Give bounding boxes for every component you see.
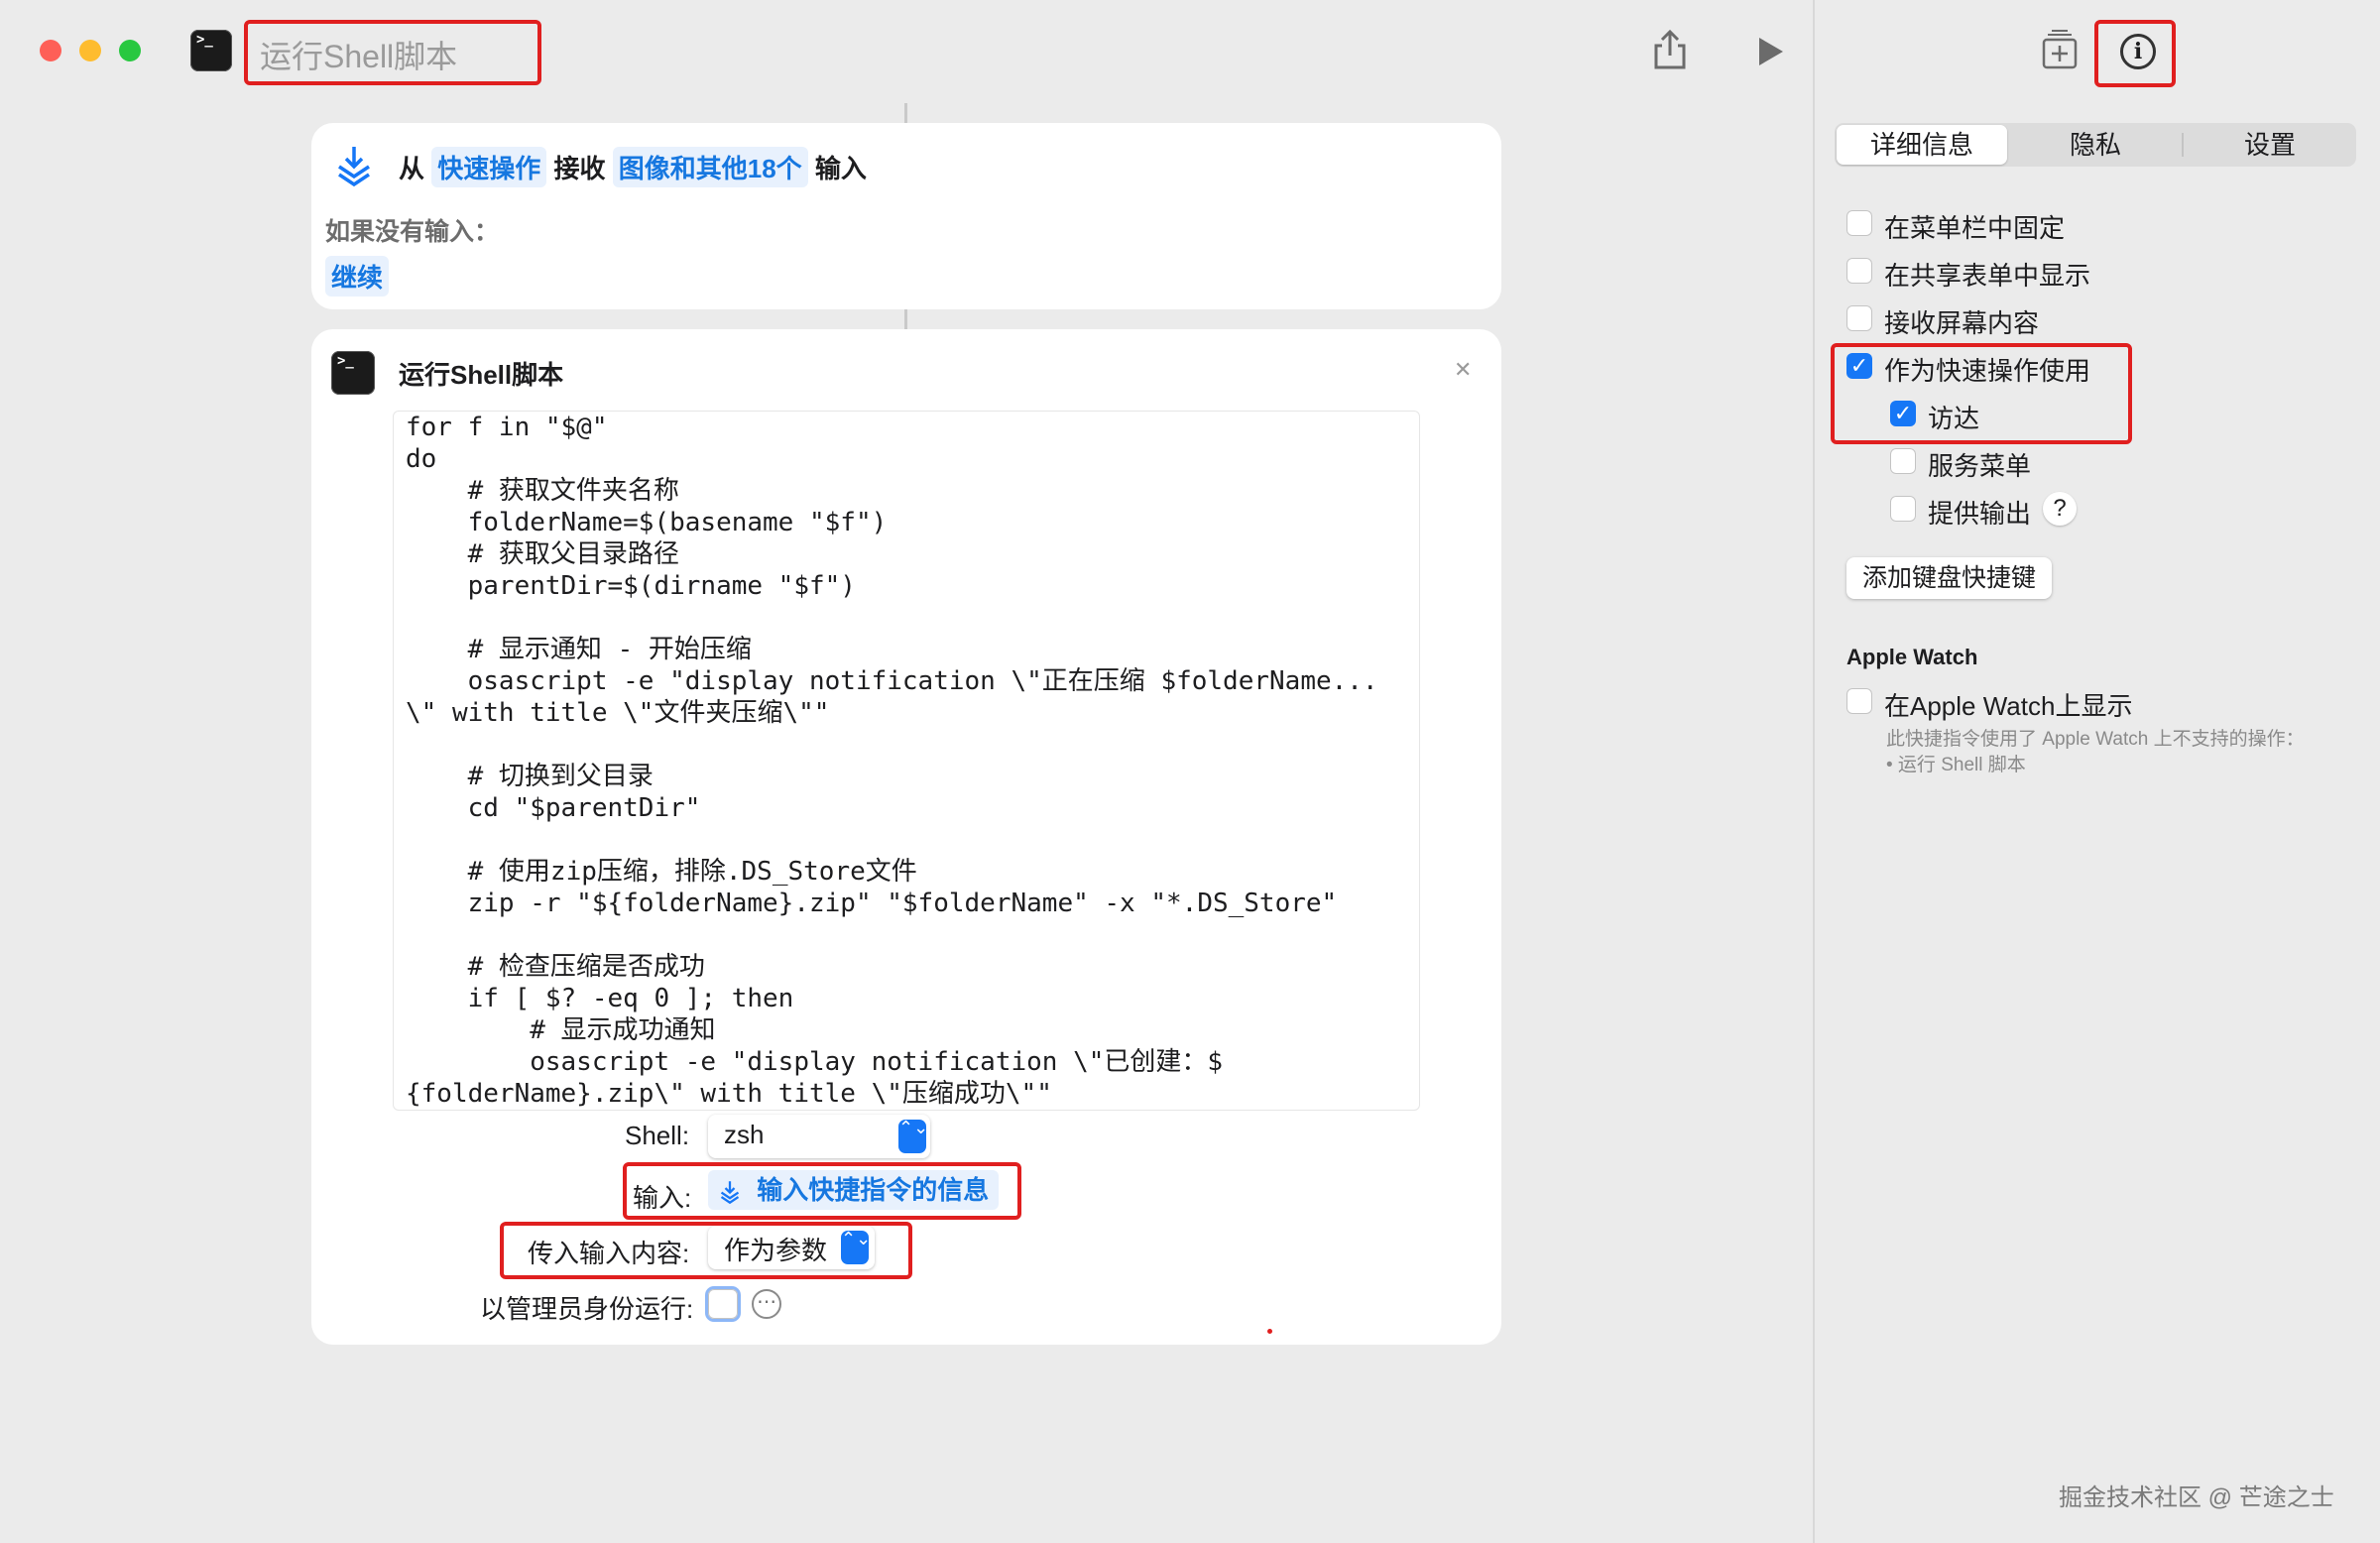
minimize-window-button[interactable] — [79, 40, 101, 61]
apple-watch-checkbox[interactable] — [1846, 688, 1872, 714]
shell-label: Shell: — [625, 1121, 690, 1150]
terminal-app-icon: >_ — [190, 30, 232, 71]
shell-select[interactable]: zsh ⌃⌄ — [708, 1115, 930, 1158]
receive-input-card: 从 快速操作 接收 图像和其他18个 输入 如果没有输入： 继续 — [311, 123, 1501, 309]
continue-token[interactable]: 继续 — [325, 256, 390, 297]
pin-menubar-checkbox[interactable] — [1846, 210, 1872, 236]
shell-card-title: 运行Shell脚本 — [399, 360, 564, 390]
shell-stepper-icon: ⌃⌄ — [898, 1119, 928, 1153]
receive-label: 接收 — [553, 154, 606, 183]
source-token[interactable]: 快速操作 — [431, 147, 547, 187]
shell-value: zsh — [724, 1120, 765, 1149]
receive-sentence: 从 快速操作 接收 图像和其他18个 输入 — [399, 147, 867, 187]
admin-label: 以管理员身份运行: — [480, 1294, 694, 1324]
more-options-icon[interactable]: ⋯ — [752, 1289, 781, 1319]
share-icon[interactable] — [1652, 28, 1688, 71]
script-text[interactable]: for f in "$@" do # 获取文件夹名称 folderName=$(… — [394, 412, 1419, 1110]
services-menu-label: 服务菜单 — [1928, 451, 2032, 481]
run-icon[interactable] — [1755, 36, 1785, 67]
watermark: 掘金技术社区 @ 芒途之士 — [2059, 1484, 2334, 1511]
pin-menubar-label: 在菜单栏中固定 — [1884, 213, 2066, 243]
screen-content-checkbox[interactable] — [1846, 305, 1872, 331]
tab-privacy[interactable]: 隐私 — [2009, 123, 2182, 167]
screen-content-label: 接收屏幕内容 — [1884, 308, 2040, 338]
tab-details[interactable]: 详细信息 — [1837, 125, 2007, 165]
highlight-quick-action — [1831, 343, 2132, 444]
add-shortcut-button[interactable]: 添加键盘快捷键 — [1846, 557, 2053, 599]
input-label: 输入 — [814, 154, 867, 183]
close-action-icon[interactable]: ✕ — [1454, 357, 1472, 383]
tab-settings[interactable]: 设置 — [2184, 123, 2356, 167]
apple-watch-heading: Apple Watch — [1846, 645, 1978, 669]
share-sheet-label: 在共享表单中显示 — [1884, 261, 2091, 291]
highlight-input — [623, 1162, 1021, 1220]
services-menu-checkbox[interactable] — [1890, 448, 1916, 474]
no-input-label: 如果没有输入： — [325, 218, 500, 246]
provide-output-label: 提供输出 — [1928, 499, 2032, 529]
zoom-window-button[interactable] — [119, 40, 141, 61]
apple-watch-note: 此快捷指令使用了 Apple Watch 上不支持的操作： — [1886, 729, 2305, 750]
red-dot — [1267, 1329, 1272, 1334]
apple-watch-note-item: • 运行 Shell 脚本 — [1886, 755, 2026, 775]
admin-checkbox[interactable] — [708, 1289, 738, 1319]
from-label: 从 — [399, 154, 425, 183]
shortcuts-icon — [338, 147, 370, 187]
help-icon[interactable]: ? — [2043, 492, 2077, 526]
terminal-action-icon: >_ — [331, 351, 375, 395]
add-action-icon[interactable] — [2041, 30, 2079, 69]
provide-output-checkbox[interactable] — [1890, 496, 1916, 522]
highlight-pass-input — [500, 1222, 912, 1279]
close-window-button[interactable] — [40, 40, 61, 61]
script-editor[interactable]: for f in "$@" do # 获取文件夹名称 folderName=$(… — [393, 411, 1420, 1111]
highlight-info — [2094, 20, 2176, 87]
highlight-title — [244, 20, 541, 85]
share-sheet-checkbox[interactable] — [1846, 258, 1872, 284]
sidebar-tabs: 详细信息 隐私 设置 — [1835, 123, 2356, 167]
apple-watch-label: 在Apple Watch上显示 — [1884, 691, 2133, 721]
types-token[interactable]: 图像和其他18个 — [612, 147, 808, 187]
